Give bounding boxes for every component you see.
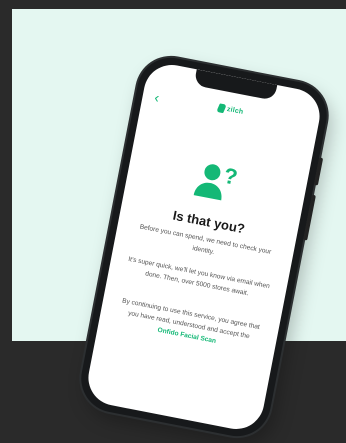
background-panel: ‹ zilch ? Is that you? Before you can sp… <box>12 9 346 443</box>
phone-notch <box>193 69 278 101</box>
svg-text:?: ? <box>222 163 240 190</box>
phone-mockup: ‹ zilch ? Is that you? Before you can sp… <box>75 51 333 443</box>
phone-side-button <box>313 157 324 186</box>
brand-logo: zilch <box>216 103 244 117</box>
brand-name: zilch <box>226 105 244 116</box>
chevron-left-icon[interactable]: ‹ <box>153 89 161 106</box>
consent-text: By continuing to use this service, you a… <box>114 295 264 355</box>
person-question-icon: ? <box>188 157 244 210</box>
phone-screen: ‹ zilch ? Is that you? Before you can sp… <box>83 60 325 434</box>
app-header: ‹ zilch <box>141 86 320 140</box>
zilch-logo-icon <box>216 103 227 114</box>
phone-side-button <box>303 194 316 241</box>
